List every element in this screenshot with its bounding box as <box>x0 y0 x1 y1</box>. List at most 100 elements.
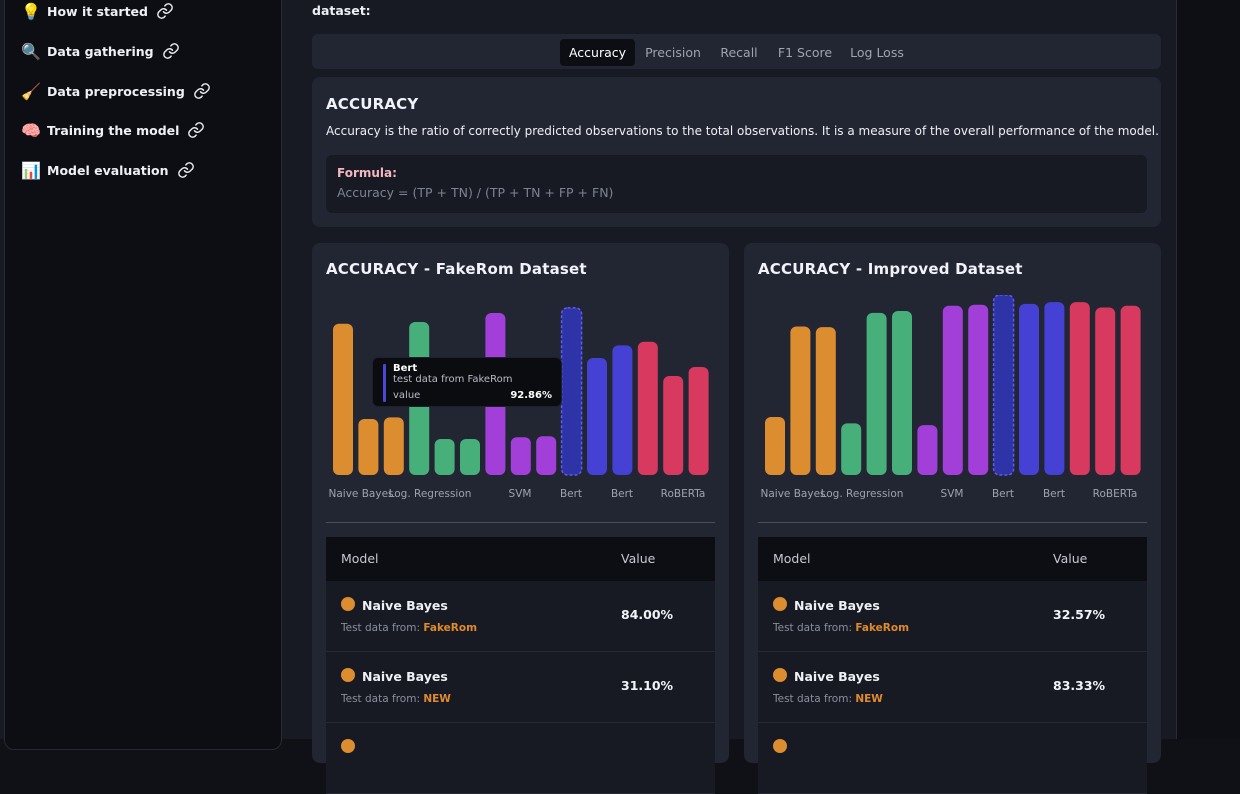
bar-svm-7[interactable] <box>510 437 531 475</box>
link-icon[interactable] <box>187 121 205 139</box>
x-tick-label: SVM <box>941 488 964 500</box>
x-tick-label: SVM <box>509 488 532 500</box>
model-value: 32.57% <box>1053 607 1106 622</box>
bar-svm-8[interactable] <box>968 304 989 475</box>
column-header-value: Value <box>1053 551 1088 566</box>
bar-naive-bayes-2[interactable] <box>383 417 404 475</box>
bar-chart-improved: Naive BayesLog. Regression SVM Bert Bert RoB… <box>761 295 1141 500</box>
bar-naive-bayes-0[interactable] <box>333 323 353 475</box>
bar-bert-10[interactable] <box>587 358 607 475</box>
metric-title: ACCURACY <box>326 95 419 113</box>
model-color-dot <box>341 668 355 682</box>
bar-roberta-12[interactable] <box>637 341 658 475</box>
bar-bert-10[interactable] <box>1019 303 1039 475</box>
table-row[interactable]: Naive Bayes Test data from: FakeRom 84.0… <box>326 581 715 652</box>
metric-info-card: ACCURACY Accuracy is the ratio of correc… <box>312 77 1161 227</box>
x-tick-label: Naive Bayes <box>761 488 826 500</box>
metric-tabs: Accuracy Precision Recall F1 Score Log L… <box>312 34 1161 69</box>
sidebar-item-training-the-model[interactable]: 🧠 Training the model <box>19 118 205 142</box>
tab-precision[interactable]: Precision <box>639 39 707 66</box>
bar-roberta-14[interactable] <box>1120 305 1141 475</box>
x-tick-label: RoBERTa <box>661 488 706 500</box>
bar-bert-9[interactable] <box>992 295 1015 476</box>
tooltip-color-marker <box>383 364 386 402</box>
link-icon[interactable] <box>162 42 180 60</box>
table-row[interactable]: Naive Bayes Test data from: FakeRom 32.5… <box>758 581 1147 652</box>
table-row[interactable]: Naive Bayes Test data from: NEW 83.33% <box>758 652 1147 723</box>
bar-svm-7[interactable] <box>942 305 963 475</box>
sidebar-item-how-it-started[interactable]: 💡 How it started <box>19 0 174 23</box>
bar-chart-icon: 📊 <box>21 160 41 180</box>
bar-bert-11[interactable] <box>1044 302 1065 475</box>
bar-log-regression-5[interactable] <box>892 311 912 475</box>
bar-bert-9[interactable] <box>560 307 583 476</box>
divider <box>758 522 1147 523</box>
test-data-source: Test data from: NEW <box>773 693 883 705</box>
sidebar-item-model-evaluation[interactable]: 📊 Model evaluation <box>19 158 195 182</box>
test-data-source: Test data from: FakeRom <box>773 622 910 634</box>
sidebar-item-label: Data preprocessing <box>47 83 185 99</box>
x-tick-label: Bert <box>560 488 582 500</box>
table-row[interactable] <box>758 723 1147 794</box>
bar-log-regression-5[interactable] <box>460 439 480 475</box>
bar-log-regression-4[interactable] <box>866 312 887 475</box>
bar-naive-bayes-1[interactable] <box>790 326 811 475</box>
model-name: Naive Bayes <box>362 598 448 613</box>
right-gutter <box>1177 0 1240 739</box>
formula-text: Accuracy = (TP + TN) / (TP + TN + FP + F… <box>337 185 614 200</box>
bar-roberta-12[interactable] <box>1069 302 1090 475</box>
table-row[interactable] <box>326 723 715 794</box>
model-value: 84.00% <box>621 607 674 622</box>
model-name: Naive Bayes <box>362 669 448 684</box>
column-header-model: Model <box>341 551 379 566</box>
bar-roberta-14[interactable] <box>688 367 709 475</box>
divider <box>326 522 715 523</box>
tooltip-value: 92.86% <box>510 390 552 401</box>
model-name: Naive Bayes <box>794 598 880 613</box>
sidebar-item-data-preprocessing[interactable]: 🧹 Data preprocessing <box>19 79 211 103</box>
broom-icon: 🧹 <box>21 81 41 101</box>
column-header-model: Model <box>773 551 811 566</box>
sidebar-item-label: How it started <box>47 3 148 19</box>
bar-bert-11[interactable] <box>612 345 633 475</box>
tab-recall[interactable]: Recall <box>711 39 767 66</box>
link-icon[interactable] <box>193 82 211 100</box>
sidebar-panel: 💡 How it started 🔍 Data gathering 🧹 Data… <box>0 0 297 750</box>
model-value: 31.10% <box>621 678 674 693</box>
bar-log-regression-3[interactable] <box>841 423 862 475</box>
tab-accuracy[interactable]: Accuracy <box>560 39 635 66</box>
link-icon[interactable] <box>156 2 174 20</box>
sidebar-item-label: Model evaluation <box>47 162 169 178</box>
bar-svm-6[interactable] <box>917 425 938 475</box>
bar-naive-bayes-2[interactable] <box>815 327 836 475</box>
tooltip-value-label: value <box>393 390 421 401</box>
link-icon[interactable] <box>177 161 195 179</box>
x-tick-label: Bert <box>1043 488 1065 500</box>
bar-log-regression-4[interactable] <box>434 439 455 475</box>
tooltip-title: Bert <box>393 363 418 374</box>
results-table: Model Value Naive Bayes Test data from: … <box>326 537 715 794</box>
intro-text: dataset: <box>312 3 371 18</box>
x-tick-label: Bert <box>992 488 1014 500</box>
column-header-value: Value <box>621 551 656 566</box>
chart-title: ACCURACY - FakeRom Dataset <box>326 260 587 278</box>
tab-f1-score[interactable]: F1 Score <box>771 39 839 66</box>
bar-roberta-13[interactable] <box>1095 307 1116 475</box>
bar-roberta-13[interactable] <box>663 376 684 475</box>
sidebar-item-data-gathering[interactable]: 🔍 Data gathering <box>19 39 180 63</box>
x-tick-label: Log. Regression <box>821 488 904 500</box>
tab-log-loss[interactable]: Log Loss <box>843 39 911 66</box>
formula-label: Formula: <box>337 166 397 180</box>
brain-icon: 🧠 <box>21 120 41 140</box>
model-color-dot <box>773 739 787 753</box>
x-tick-label: Naive Bayes <box>329 488 394 500</box>
bar-svm-8[interactable] <box>536 436 557 475</box>
test-data-source: Test data from: NEW <box>341 693 451 705</box>
lightbulb-icon: 💡 <box>21 1 41 21</box>
model-value: 83.33% <box>1053 678 1106 693</box>
x-tick-label: Log. Regression <box>389 488 472 500</box>
table-row[interactable]: Naive Bayes Test data from: NEW 31.10% <box>326 652 715 723</box>
bar-naive-bayes-0[interactable] <box>765 416 785 475</box>
model-color-dot <box>341 739 355 753</box>
bar-naive-bayes-1[interactable] <box>358 419 379 475</box>
